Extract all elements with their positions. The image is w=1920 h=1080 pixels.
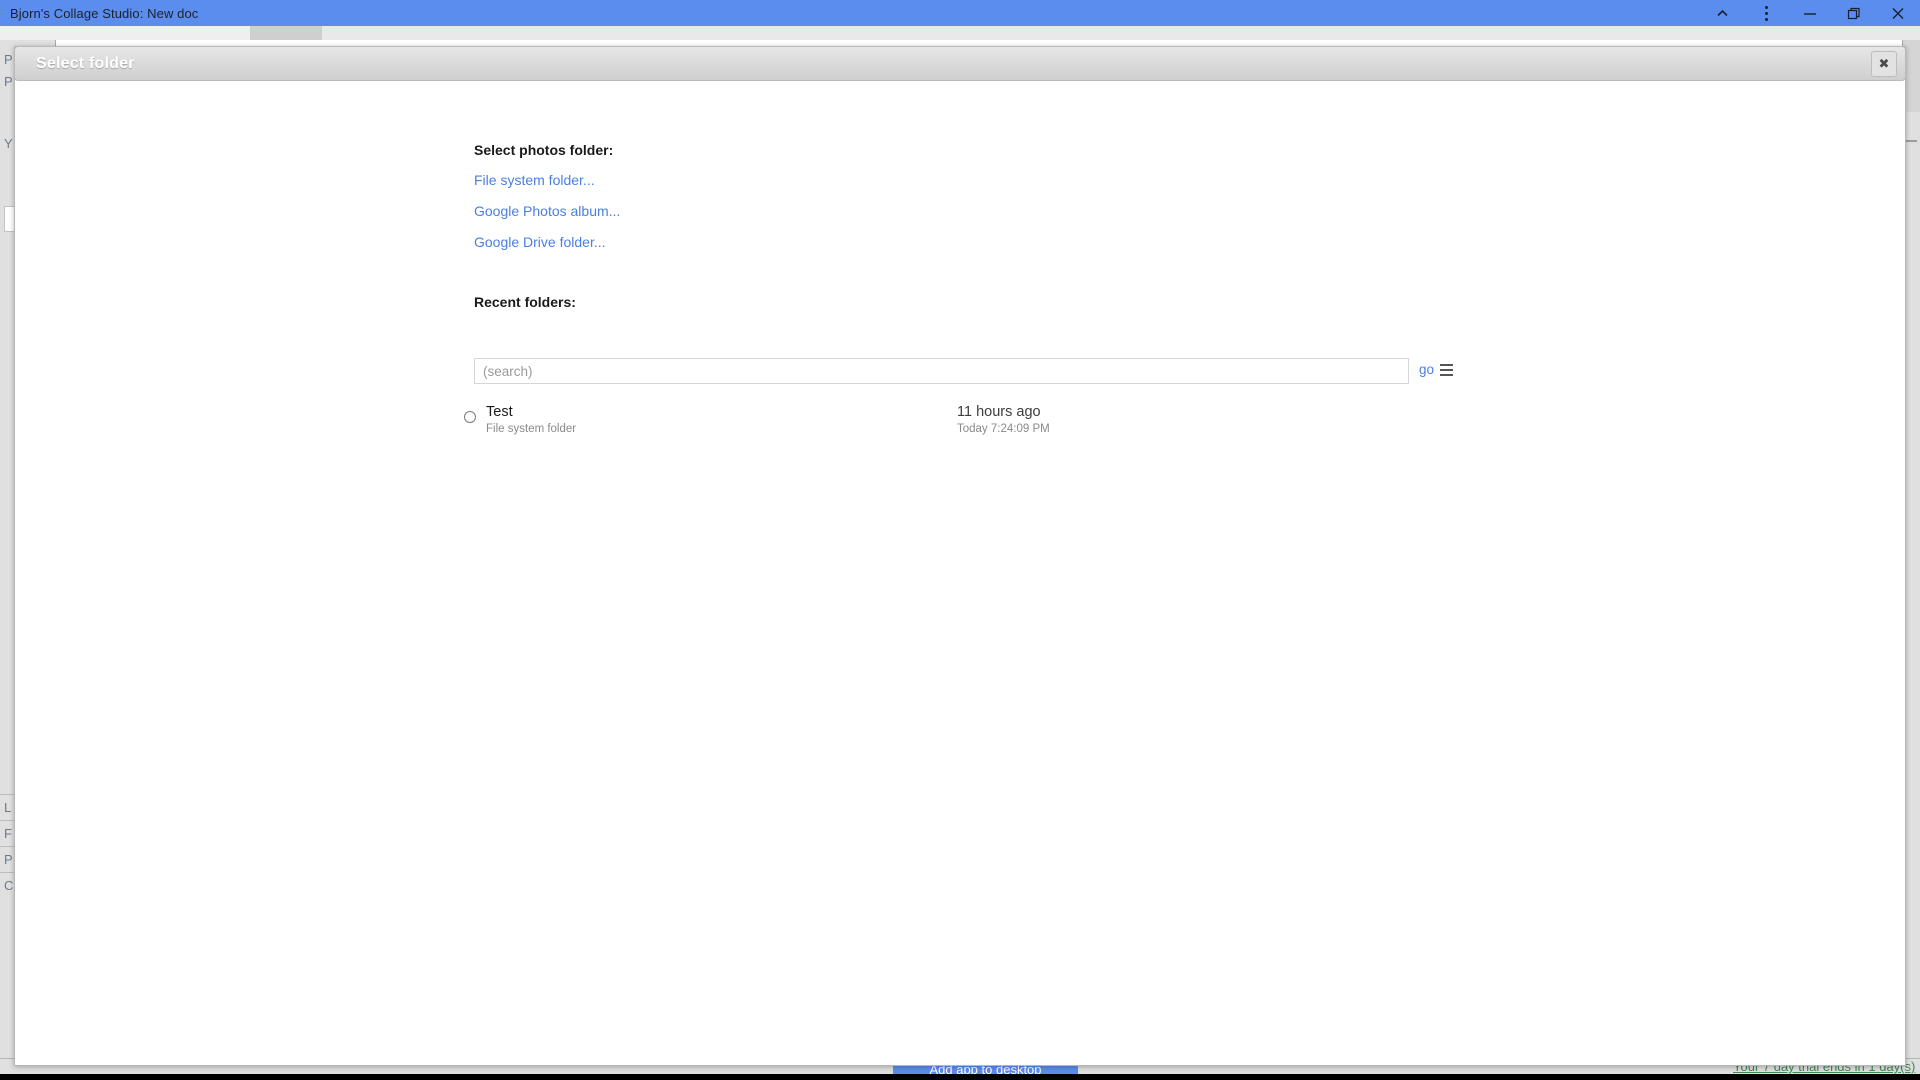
search-row: go: [459, 358, 1459, 384]
background-label-6: C: [4, 878, 14, 893]
background-label-1: P: [4, 74, 13, 89]
folder-type: File system folder: [486, 423, 577, 435]
folder-relative-time: 11 hours ago: [957, 404, 1041, 420]
title-bar: Bjorn's Collage Studio: New doc: [0, 0, 1920, 26]
background-right-strip-tick: [1905, 140, 1917, 142]
link-file-system-folder[interactable]: File system folder...: [474, 172, 595, 188]
background-label-0: P: [4, 52, 13, 67]
screen-bottom-edge: [0, 1074, 1920, 1080]
photos-section-heading: Select photos folder:: [474, 142, 614, 158]
minimize-icon[interactable]: [1788, 0, 1832, 26]
link-google-photos-album[interactable]: Google Photos album...: [474, 203, 620, 219]
go-button[interactable]: go: [1419, 362, 1434, 377]
kebab-menu-icon[interactable]: [1744, 0, 1788, 26]
folder-radio-button[interactable]: [464, 411, 476, 423]
window-controls: [1700, 0, 1920, 26]
background-label-4: F: [4, 826, 12, 841]
dialog-close-button[interactable]: ✖: [1871, 51, 1897, 77]
recent-folders-heading: Recent folders:: [474, 294, 576, 310]
select-folder-dialog: Select folder ✖ Select photos folder: Fi…: [14, 46, 1906, 1066]
background-toolbar-segment-2: [250, 26, 322, 40]
folder-name: Test: [486, 404, 513, 420]
dialog-title: Select folder: [36, 54, 135, 72]
dialog-header: Select folder ✖: [14, 46, 1906, 81]
background-label-3: L: [4, 800, 12, 815]
search-input[interactable]: [474, 358, 1409, 384]
list-item[interactable]: Test File system folder 11 hours ago Tod…: [459, 404, 1459, 444]
background-toolbar-strip: [0, 26, 1920, 40]
close-icon[interactable]: [1876, 0, 1920, 26]
chevron-up-icon[interactable]: [1700, 0, 1744, 26]
background-toolbar-segment-1: [0, 26, 250, 40]
hamburger-icon[interactable]: [1440, 364, 1453, 376]
link-google-drive-folder[interactable]: Google Drive folder...: [474, 234, 606, 250]
dialog-body: Select photos folder: File system folder…: [15, 82, 1905, 1065]
restore-icon[interactable]: [1832, 0, 1876, 26]
app-window: Bjorn's Collage Studio: New doc P P Y L …: [0, 0, 1920, 1080]
background-label-2: Y: [4, 136, 13, 151]
folder-absolute-time: Today 7:24:09 PM: [957, 423, 1050, 435]
window-title: Bjorn's Collage Studio: New doc: [10, 5, 199, 21]
background-label-5: P: [4, 852, 13, 867]
